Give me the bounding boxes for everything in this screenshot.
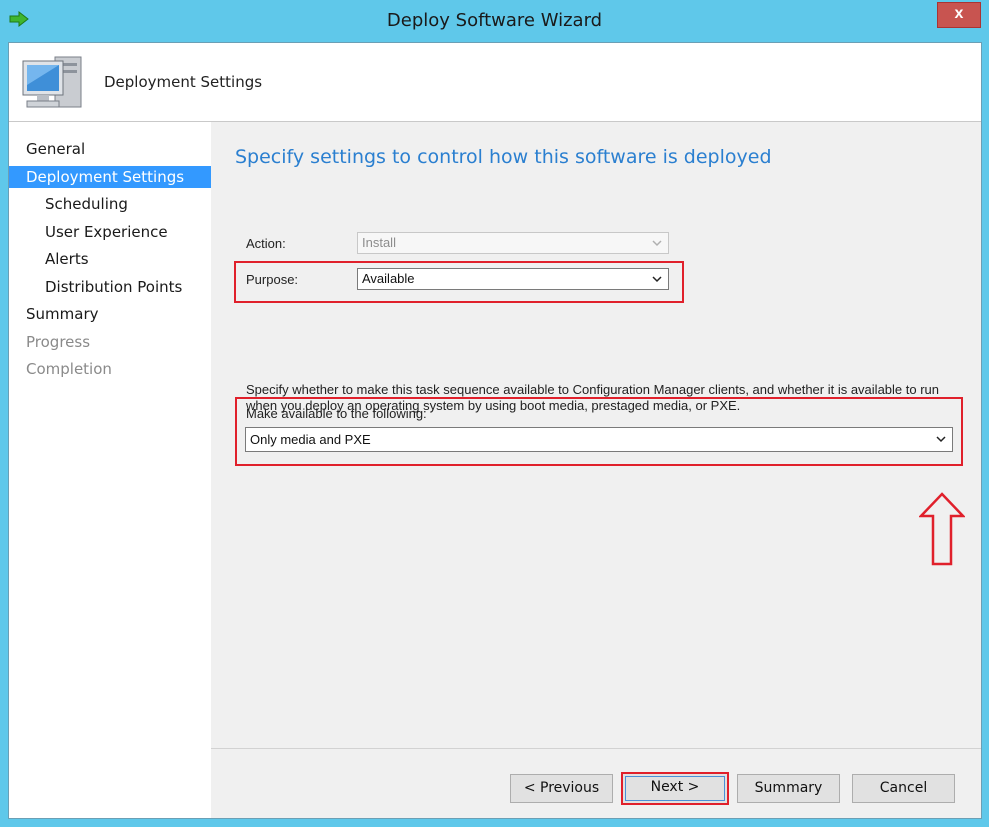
chevron-down-icon — [652, 240, 662, 247]
title-bar: Deploy Software Wizard x — [0, 0, 989, 42]
action-value: Install — [362, 235, 396, 250]
availability-select[interactable]: Only media and PXE — [245, 427, 953, 452]
chevron-down-icon — [936, 436, 946, 443]
content-pane: Specify settings to control how this sof… — [211, 122, 981, 818]
wizard-header: Deployment Settings — [9, 43, 981, 122]
nav-item-completion: Completion — [26, 360, 112, 378]
availability-label: Make available to the following: — [246, 406, 427, 421]
footer-divider — [211, 748, 981, 749]
wizard-window: Deployment Settings General Deployment S… — [8, 42, 982, 819]
previous-button[interactable]: < Previous — [510, 774, 613, 803]
purpose-label: Purpose: — [246, 272, 299, 287]
nav-item-user-experience[interactable]: User Experience — [9, 221, 168, 243]
availability-value: Only media and PXE — [250, 432, 371, 447]
nav-item-general[interactable]: General — [9, 138, 85, 160]
summary-button[interactable]: Summary — [737, 774, 840, 803]
header-title: Deployment Settings — [104, 73, 263, 91]
action-label: Action: — [246, 236, 286, 251]
nav-item-scheduling[interactable]: Scheduling — [9, 193, 128, 215]
purpose-value: Available — [362, 271, 415, 286]
nav-item-distribution-points[interactable]: Distribution Points — [9, 276, 182, 298]
nav-item-alerts[interactable]: Alerts — [9, 248, 89, 270]
purpose-select[interactable]: Available — [357, 268, 669, 290]
nav-item-progress: Progress — [26, 333, 91, 351]
wizard-nav: General Deployment Settings Scheduling U… — [9, 122, 211, 818]
nav-item-summary[interactable]: Summary — [9, 303, 99, 325]
page-heading: Specify settings to control how this sof… — [235, 146, 772, 168]
nav-item-deployment-settings[interactable]: Deployment Settings — [9, 166, 211, 188]
up-arrow-annotation-icon — [919, 492, 965, 566]
next-button[interactable]: Next > — [621, 772, 729, 805]
chevron-down-icon — [652, 276, 662, 283]
next-button-label: Next > — [625, 776, 725, 801]
window-title: Deploy Software Wizard — [386, 10, 603, 31]
close-button[interactable]: x — [937, 2, 981, 28]
cancel-button[interactable]: Cancel — [852, 774, 955, 803]
computer-icon — [22, 56, 82, 108]
action-select: Install — [357, 232, 669, 254]
